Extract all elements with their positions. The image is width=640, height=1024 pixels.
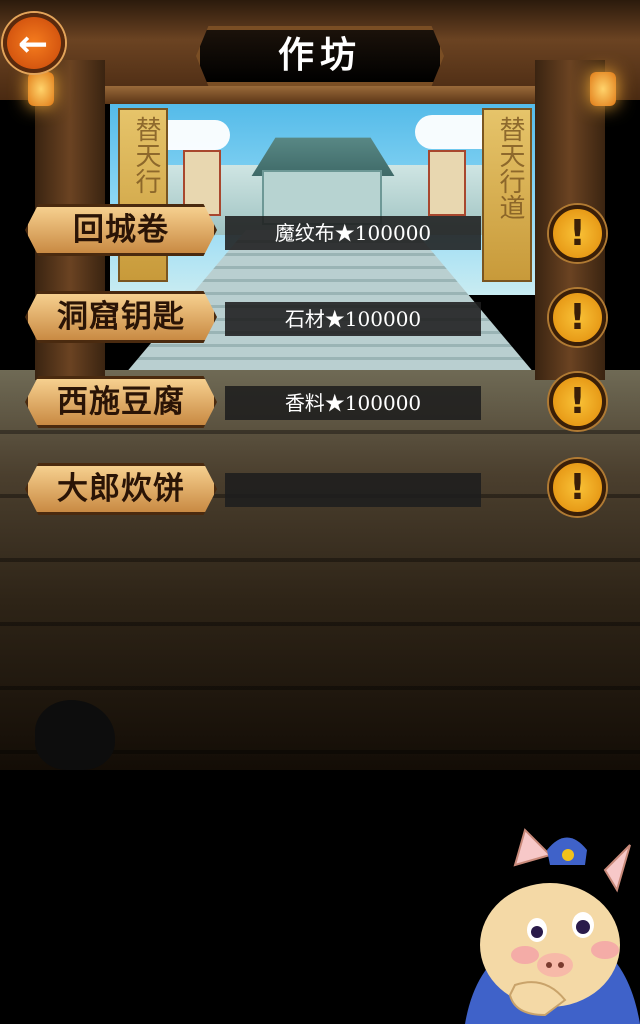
exclamation-icon: ! xyxy=(569,297,586,338)
back-button[interactable]: ← xyxy=(3,13,65,73)
recipe-name: 西施豆腐 xyxy=(57,384,185,420)
exclamation-icon: ! xyxy=(569,381,586,422)
recipe-name: 大郎炊饼 xyxy=(57,471,185,507)
info-button-3[interactable]: ! xyxy=(549,373,606,430)
banner-right: 替天行道 xyxy=(482,108,532,282)
info-button-4[interactable]: ! xyxy=(549,459,606,516)
material-requirement-4 xyxy=(225,473,481,507)
gate-beam xyxy=(70,86,570,104)
flag xyxy=(428,150,466,216)
recipe-button-2[interactable]: 洞窟钥匙 xyxy=(25,291,217,343)
info-button-2[interactable]: ! xyxy=(549,289,606,346)
back-arrow-icon: ← xyxy=(18,24,49,65)
lantern-icon xyxy=(28,72,54,106)
banner-right-text: 替天行道 xyxy=(495,116,525,220)
lantern-icon xyxy=(590,72,616,106)
material-text: 魔纹布★100000 xyxy=(274,221,432,245)
material-text: 香料★100000 xyxy=(284,391,422,415)
material-requirement-2: 石材★100000 xyxy=(225,302,481,336)
exclamation-icon: ! xyxy=(569,467,586,508)
recipe-button-4[interactable]: 大郎炊饼 xyxy=(25,463,217,515)
exclamation-icon: ! xyxy=(569,213,586,254)
recipe-button-1[interactable]: 回城卷 xyxy=(25,204,217,256)
game-screen: 替天行 替天行道 作坊 ← 回城卷 魔纹布★100000 ! 洞窟钥匙 石材★1… xyxy=(0,0,640,1024)
material-requirement-3: 香料★100000 xyxy=(225,386,481,420)
material-text: 石材★100000 xyxy=(284,307,422,331)
banner-left-text: 替天行 xyxy=(131,116,161,194)
page-title: 作坊 xyxy=(277,35,362,76)
recipe-name: 回城卷 xyxy=(73,212,169,248)
recipe-button-3[interactable]: 西施豆腐 xyxy=(25,376,217,428)
material-requirement-1: 魔纹布★100000 xyxy=(225,216,481,250)
recipe-name: 洞窟钥匙 xyxy=(57,299,185,335)
pig-mascot-icon xyxy=(465,828,640,1024)
info-button-1[interactable]: ! xyxy=(549,205,606,262)
